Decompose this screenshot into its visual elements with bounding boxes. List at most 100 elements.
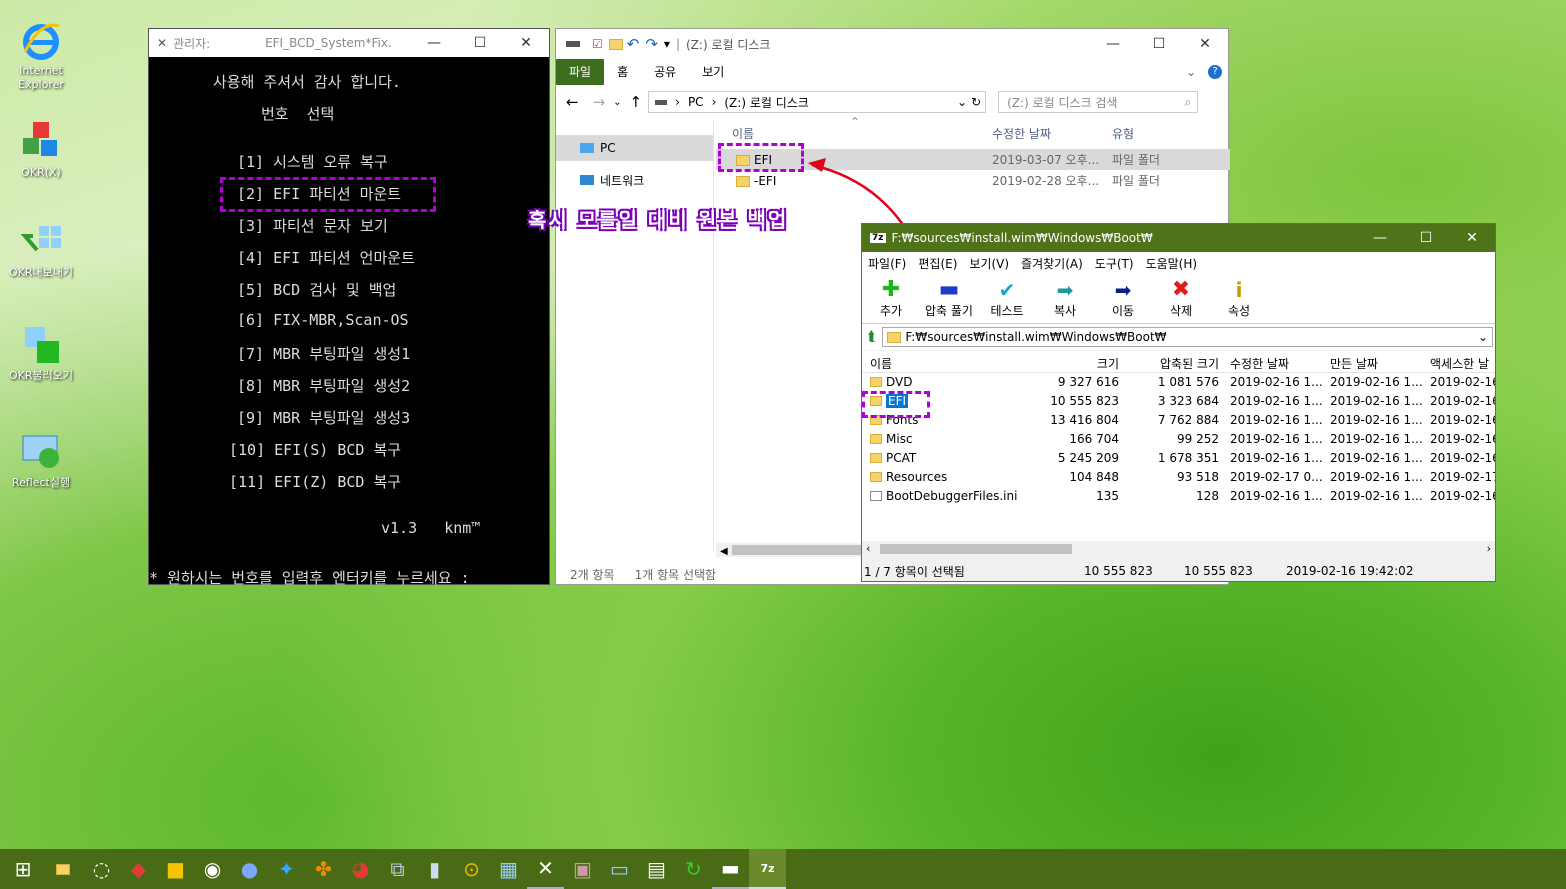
table-row[interactable]: Resources 104 848 93 518 2019-02-17 0... 201…: [862, 468, 1495, 487]
menu-help[interactable]: 도움말(H): [1140, 255, 1204, 272]
menu-file[interactable]: 파일(F): [862, 255, 912, 272]
cmd-prompt[interactable]: * 원하시는 번호를 입력후 엔터키를 누르세요 :: [149, 567, 470, 588]
column-created[interactable]: 만든 날짜: [1330, 355, 1378, 372]
desktop-icon-ie[interactable]: Internet Explorer: [6, 18, 76, 92]
undo-icon[interactable]: ↶: [627, 35, 640, 53]
scroll-right-icon[interactable]: ›: [1487, 542, 1491, 555]
add-button[interactable]: ✚ 추가: [862, 278, 920, 319]
menu-view[interactable]: 보기(V): [963, 255, 1015, 272]
7zip-titlebar[interactable]: 7z F:₩sources₩install.wim₩Windows₩Boot₩ …: [862, 224, 1495, 252]
tools-taskbar-icon[interactable]: ✕: [527, 849, 564, 889]
player-taskbar-icon[interactable]: ■: [157, 849, 194, 889]
capture-taskbar-icon[interactable]: ◌: [83, 849, 120, 889]
column-type[interactable]: 유형: [1106, 125, 1134, 142]
cmd-window[interactable]: ✕ 관리자: EFI_BCD_System*Fix. — ☐ ✕ 사용해 주셔서…: [148, 28, 550, 588]
menu-tools[interactable]: 도구(T): [1089, 255, 1140, 272]
properties-button[interactable]: i 속성: [1210, 278, 1268, 319]
minimize-button[interactable]: —: [411, 29, 457, 57]
explorer-titlebar[interactable]: ☑ ↶ ↷ ▾ | (Z:) 로컬 디스크 — ☐ ✕: [556, 29, 1228, 59]
desktop-icon-okr-export[interactable]: OKR내보내기: [6, 220, 76, 280]
close-button[interactable]: ✕: [1449, 224, 1495, 252]
search-input[interactable]: (Z:) 로컬 디스크 검색 ⌕: [998, 91, 1199, 113]
installer-taskbar-icon[interactable]: ▦: [490, 849, 527, 889]
desktop-icon-okr[interactable]: OKR(X): [6, 120, 76, 180]
extract-button[interactable]: ▬ 압축 풀기: [920, 278, 978, 319]
column-accessed[interactable]: 액세스한 날: [1430, 355, 1489, 372]
menu-edit[interactable]: 편집(E): [912, 255, 963, 272]
notepad-taskbar-icon[interactable]: ▮: [416, 849, 453, 889]
address-dropdown-icon[interactable]: ⌄: [957, 95, 967, 109]
puzzle-taskbar-icon[interactable]: ✤: [305, 849, 342, 889]
table-row[interactable]: EFI 10 555 823 3 323 684 2019-02-16 1... 201…: [862, 392, 1495, 411]
minimize-button[interactable]: —: [1090, 30, 1136, 58]
ip-taskbar-icon[interactable]: ⊙: [453, 849, 490, 889]
app-taskbar-icon[interactable]: ✦: [268, 849, 305, 889]
copy-button[interactable]: ➡ 복사: [1036, 278, 1094, 319]
move-button[interactable]: ➡ 이동: [1094, 278, 1152, 319]
help-icon[interactable]: ?: [1208, 65, 1222, 79]
nav-item-pc[interactable]: PC: [556, 135, 713, 161]
anydesk-taskbar-icon[interactable]: ◆: [120, 849, 157, 889]
disk-taskbar-icon[interactable]: ●: [231, 849, 268, 889]
properties-icon[interactable]: ☑: [592, 37, 603, 51]
tab-file[interactable]: 파일: [556, 59, 605, 85]
refresh-icon[interactable]: ↻: [971, 95, 981, 109]
start-button[interactable]: ⊞: [0, 849, 46, 889]
maximize-button[interactable]: ☐: [1136, 30, 1182, 58]
close-button[interactable]: ✕: [1182, 30, 1228, 58]
column-packed[interactable]: 압축된 크기: [1160, 355, 1219, 372]
table-row[interactable]: PCAT 5 245 209 1 678 351 2019-02-16 1... 201…: [862, 449, 1495, 468]
maximize-button[interactable]: ☐: [1403, 224, 1449, 252]
breadcrumb-pc[interactable]: PC: [688, 95, 704, 109]
window-taskbar-icon[interactable]: ▤: [638, 849, 675, 889]
column-name[interactable]: 이름: [870, 355, 892, 372]
redo-icon[interactable]: ↷: [645, 35, 658, 53]
laptop-taskbar-icon[interactable]: ▭: [601, 849, 638, 889]
column-date[interactable]: 수정한 날짜: [986, 125, 1106, 142]
address-bar[interactable]: › PC › (Z:) 로컬 디스크 ⌄ ↻: [648, 91, 987, 113]
cmd-titlebar[interactable]: ✕ 관리자: EFI_BCD_System*Fix. — ☐ ✕: [149, 29, 549, 57]
tab-view[interactable]: 보기: [689, 59, 737, 85]
column-size[interactable]: 크기: [1097, 355, 1119, 372]
desktop-icon-reflect[interactable]: Reflect실행: [6, 430, 76, 490]
close-button[interactable]: ✕: [503, 29, 549, 57]
maximize-button[interactable]: ☐: [457, 29, 503, 57]
path-dropdown-icon[interactable]: ⌄: [1478, 330, 1488, 344]
scroll-left-icon[interactable]: ‹: [866, 542, 870, 555]
path-input[interactable]: F:₩sources₩install.wim₩Windows₩Boot₩ ⌄: [882, 327, 1493, 347]
nav-item-network[interactable]: 네트워크: [556, 167, 713, 193]
chart-taskbar-icon[interactable]: ◕: [342, 849, 379, 889]
delete-button[interactable]: ✖ 삭제: [1152, 278, 1210, 319]
table-row[interactable]: DVD 9 327 616 1 081 576 2019-02-16 1... 2019…: [862, 373, 1495, 392]
horizontal-scrollbar[interactable]: ◀: [716, 543, 866, 557]
recent-dropdown-icon[interactable]: ⌄: [613, 97, 621, 108]
explorer-taskbar-icon[interactable]: [46, 849, 83, 889]
tool-taskbar-icon[interactable]: ◉: [194, 849, 231, 889]
tab-share[interactable]: 공유: [641, 59, 689, 85]
list-item[interactable]: -EFI 2019-02-28 오후... 파일 폴더: [716, 170, 1230, 191]
tab-home[interactable]: 홈: [604, 59, 641, 85]
column-modified[interactable]: 수정한 날짜: [1230, 355, 1289, 372]
7zip-taskbar-icon[interactable]: 7z: [749, 849, 786, 889]
forward-icon[interactable]: →: [593, 93, 606, 111]
menu-favorites[interactable]: 즐겨찾기(A): [1015, 255, 1089, 272]
7zip-window[interactable]: 7z F:₩sources₩install.wim₩Windows₩Boot₩ …: [861, 223, 1496, 582]
test-button[interactable]: ✔ 테스트: [978, 278, 1036, 319]
up-folder-icon[interactable]: ⮬: [868, 329, 876, 345]
scroll-left-icon[interactable]: ◀: [716, 546, 728, 557]
minimize-button[interactable]: —: [1357, 224, 1403, 252]
ribbon-collapse-icon[interactable]: ⌄: [1186, 65, 1196, 79]
scrollbar-thumb[interactable]: [880, 544, 1072, 554]
network-taskbar-icon[interactable]: ⧉: [379, 849, 416, 889]
drive-taskbar-icon[interactable]: ▬: [712, 849, 749, 889]
qat-dropdown-icon[interactable]: ▾: [664, 37, 670, 51]
table-row[interactable]: Misc 166 704 99 252 2019-02-16 1... 2019-02-…: [862, 430, 1495, 449]
breadcrumb-drive[interactable]: (Z:) 로컬 디스크: [724, 94, 957, 111]
up-icon[interactable]: ↑: [630, 93, 643, 111]
table-row[interactable]: Fonts 13 416 804 7 762 884 2019-02-16 1... 2…: [862, 411, 1495, 430]
back-icon[interactable]: ←: [566, 93, 579, 111]
image-taskbar-icon[interactable]: ▣: [564, 849, 601, 889]
table-row[interactable]: BootDebuggerFiles.ini 135 128 2019-02-16 1.…: [862, 487, 1495, 506]
desktop-icon-okr-import[interactable]: OKR불러오기: [6, 323, 76, 383]
scrollbar-thumb[interactable]: [732, 545, 862, 555]
